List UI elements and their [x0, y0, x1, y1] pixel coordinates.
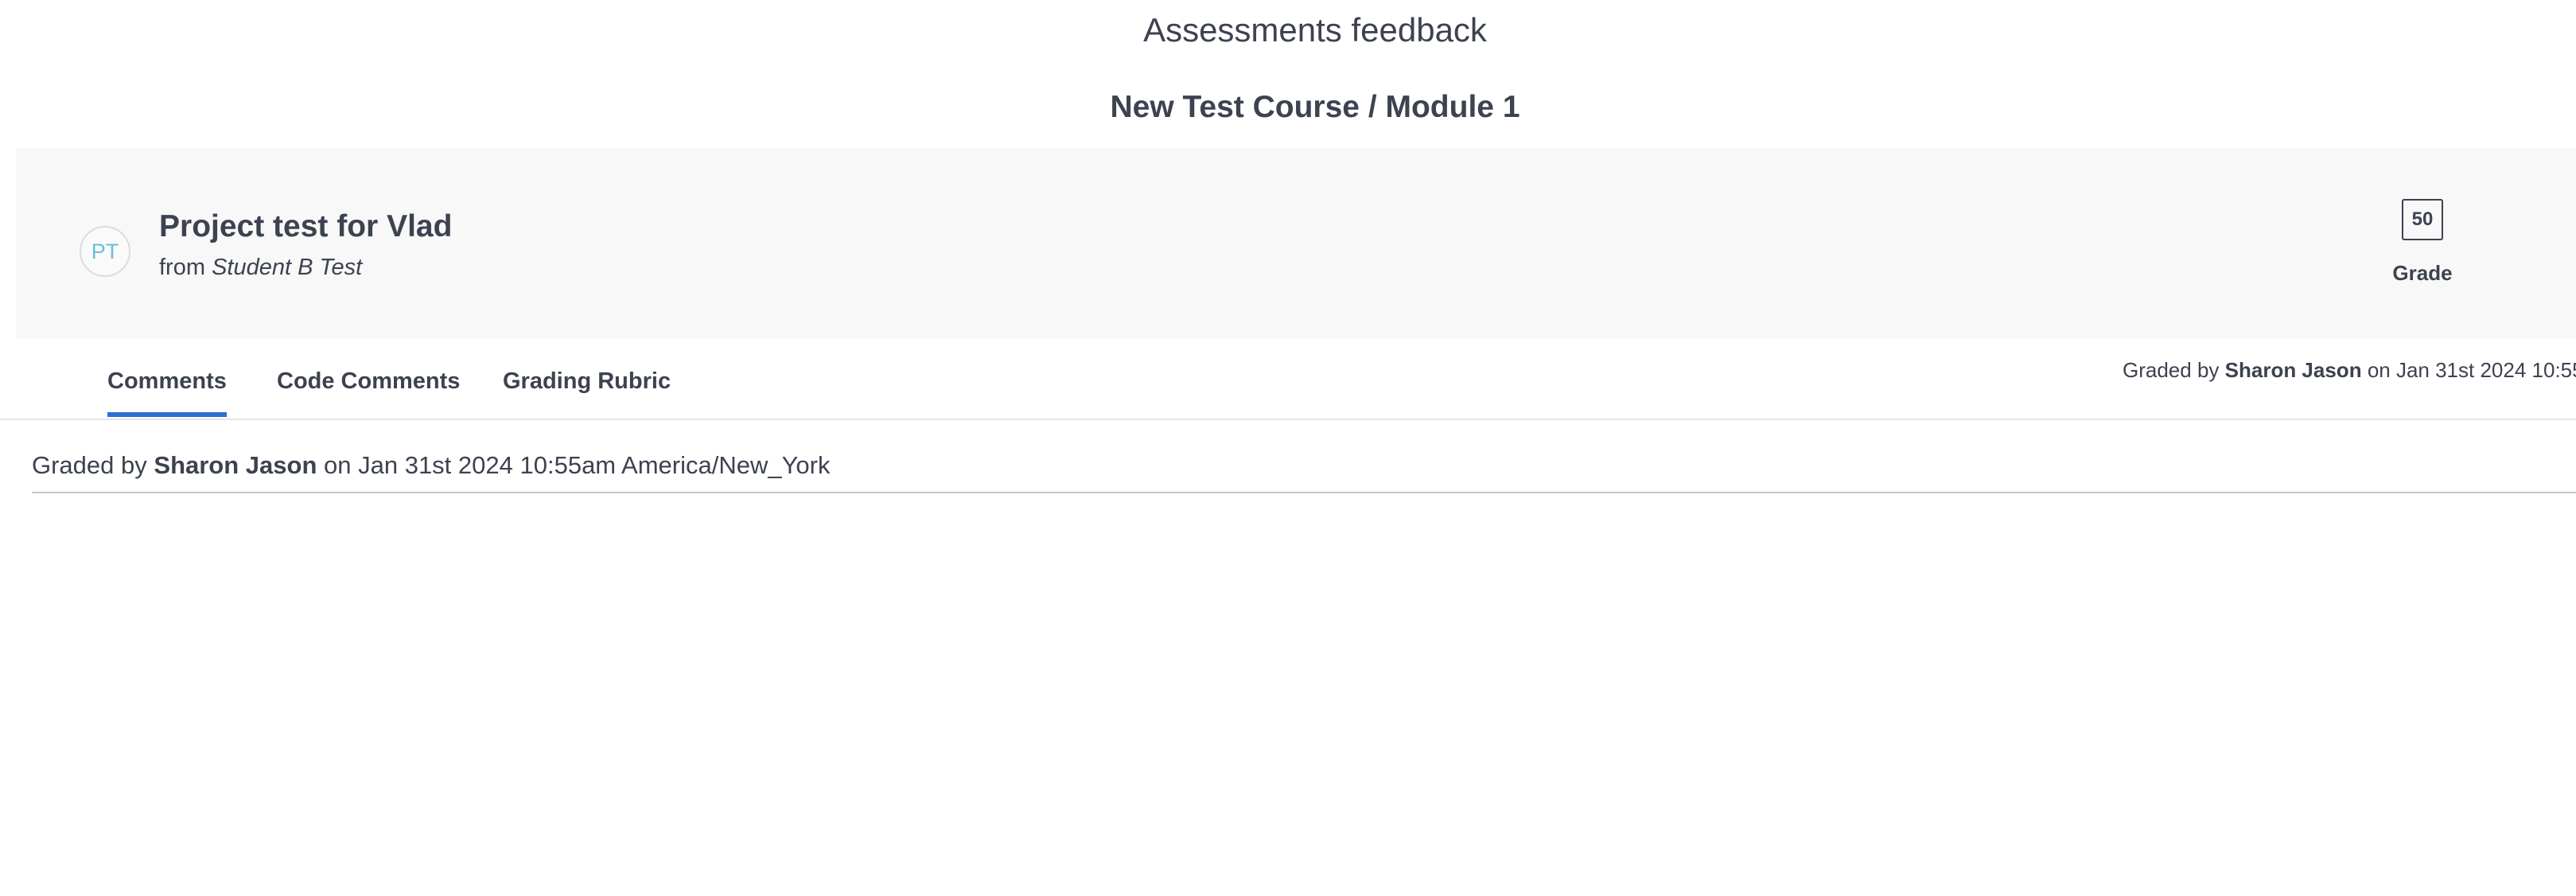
divider	[32, 492, 2576, 493]
grader-name: Sharon Jason	[154, 451, 317, 479]
grade-value: 50	[2402, 199, 2443, 240]
tab-grading-rubric[interactable]: Grading Rubric	[503, 364, 671, 417]
tab-comments[interactable]: Comments	[107, 364, 227, 417]
avatar: PT	[80, 226, 130, 277]
project-submitter: from Student B Test	[159, 251, 362, 283]
graded-date: on Jan 31st 2024 10:55am America/New_Yor…	[324, 451, 831, 479]
graded-by-detail: Graded by Sharon Jason on Jan 31st 2024 …	[32, 449, 830, 482]
tab-code-comments[interactable]: Code Comments	[277, 364, 460, 417]
graded-by-prefix: Graded by	[32, 451, 147, 479]
from-prefix: from	[159, 255, 205, 280]
graded-date: on Jan 31st 2024 10:55am	[2367, 358, 2576, 382]
project-header-panel: PT Project test for Vlad from Student B …	[16, 148, 2576, 339]
project-title: Project test for Vlad	[159, 209, 453, 243]
page-title: Assessments feedback	[1143, 11, 1487, 49]
student-name: Student B Test	[212, 255, 363, 280]
graded-by-summary: Graded by Sharon Jason on Jan 31st 2024 …	[2123, 356, 2576, 384]
breadcrumb: New Test Course / Module 1	[1110, 90, 1520, 124]
graded-by-prefix: Graded by	[2123, 358, 2220, 382]
grader-name: Sharon Jason	[2224, 358, 2362, 382]
grade-label: Grade	[2392, 261, 2453, 285]
